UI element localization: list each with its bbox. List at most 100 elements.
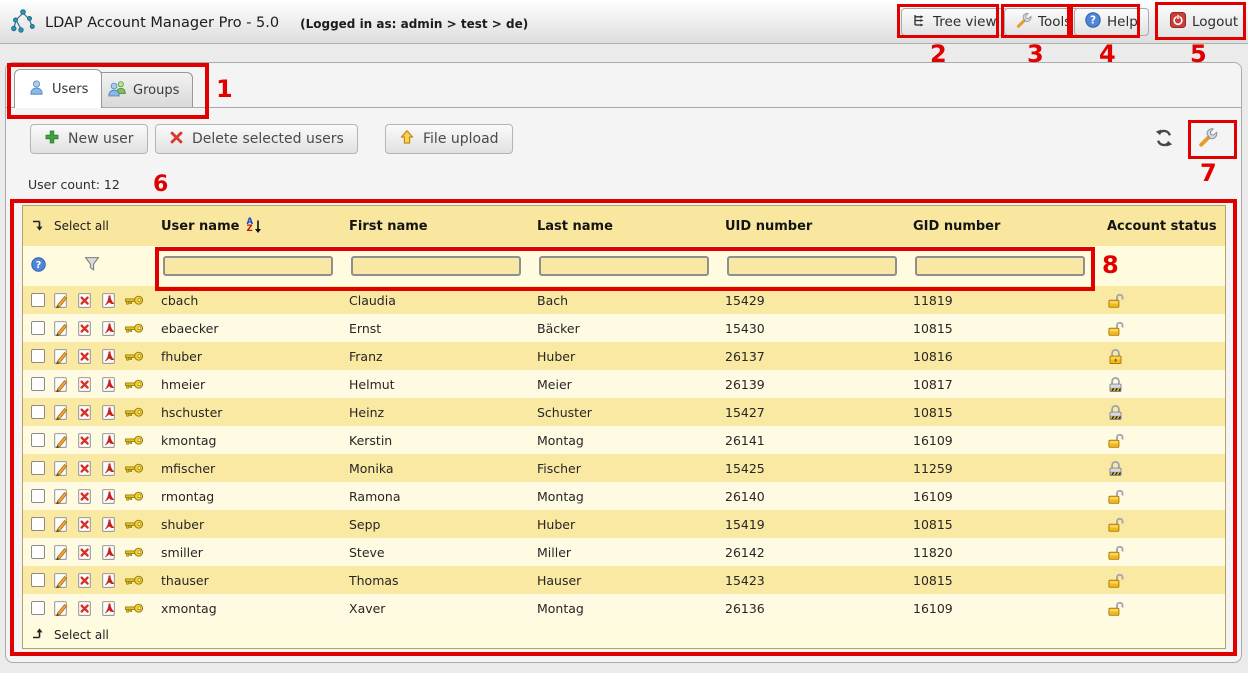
pdf-export-icon[interactable] xyxy=(100,376,117,393)
row-select-checkbox[interactable] xyxy=(31,321,45,335)
delete-user-icon[interactable] xyxy=(76,320,93,337)
delete-user-icon[interactable] xyxy=(76,348,93,365)
row-select-checkbox[interactable] xyxy=(31,573,45,587)
column-header-account-status[interactable]: Account status xyxy=(1099,219,1225,234)
change-password-key-icon[interactable] xyxy=(124,434,144,447)
delete-user-icon[interactable] xyxy=(76,460,93,477)
tab-groups[interactable]: Groups xyxy=(94,72,193,107)
edit-user-icon[interactable] xyxy=(52,600,69,617)
change-password-key-icon[interactable] xyxy=(124,602,144,615)
delete-user-icon[interactable] xyxy=(76,404,93,421)
change-password-key-icon[interactable] xyxy=(124,490,144,503)
select-all-bottom[interactable]: Select all xyxy=(23,622,1225,648)
change-password-key-icon[interactable] xyxy=(124,574,144,587)
row-select-checkbox[interactable] xyxy=(31,517,45,531)
row-select-checkbox[interactable] xyxy=(31,601,45,615)
row-select-checkbox[interactable] xyxy=(31,489,45,503)
refresh-icon[interactable] xyxy=(1155,129,1173,151)
edit-user-icon[interactable] xyxy=(52,404,69,421)
delete-user-icon[interactable] xyxy=(76,516,93,533)
delete-user-icon[interactable] xyxy=(76,292,93,309)
column-header-first-name[interactable]: First name xyxy=(347,219,535,234)
change-password-key-icon[interactable] xyxy=(124,406,144,419)
new-user-button[interactable]: New user xyxy=(30,124,148,154)
row-select-checkbox[interactable] xyxy=(31,405,45,419)
edit-user-icon[interactable] xyxy=(52,348,69,365)
tools-button[interactable]: Tools xyxy=(1004,8,1082,36)
row-select-checkbox[interactable] xyxy=(31,433,45,447)
filter-uid-number-input[interactable] xyxy=(727,256,897,276)
delete-user-icon[interactable] xyxy=(76,600,93,617)
logout-button[interactable]: Logout xyxy=(1160,8,1248,36)
column-header-last-name[interactable]: Last name xyxy=(535,219,723,234)
pdf-export-icon[interactable] xyxy=(100,432,117,449)
help-button[interactable]: ? Help xyxy=(1074,8,1149,36)
file-upload-button[interactable]: File upload xyxy=(385,124,513,154)
change-password-key-icon[interactable] xyxy=(124,462,144,475)
edit-user-icon[interactable] xyxy=(52,292,69,309)
row-select-checkbox[interactable] xyxy=(31,545,45,559)
change-password-key-icon[interactable] xyxy=(124,322,144,335)
cell-user-name[interactable]: shuber xyxy=(159,517,347,532)
filter-user-name-input[interactable] xyxy=(163,256,333,276)
edit-user-icon[interactable] xyxy=(52,460,69,477)
column-header-user-name[interactable]: User name AZ xyxy=(159,219,347,234)
edit-user-icon[interactable] xyxy=(52,572,69,589)
column-header-uid-number[interactable]: UID number xyxy=(723,219,911,234)
delete-selected-users-button[interactable]: Delete selected users xyxy=(155,124,358,154)
row-select-checkbox[interactable] xyxy=(31,349,45,363)
cell-user-name[interactable]: xmontag xyxy=(159,601,347,616)
change-password-key-icon[interactable] xyxy=(124,294,144,307)
edit-user-icon[interactable] xyxy=(52,488,69,505)
select-all-top[interactable]: Select all xyxy=(23,218,159,235)
cell-user-name[interactable]: mfischer xyxy=(159,461,347,476)
cell-user-name[interactable]: hschuster xyxy=(159,405,347,420)
pdf-export-icon[interactable] xyxy=(100,404,117,421)
filter-last-name-input[interactable] xyxy=(539,256,709,276)
pdf-export-icon[interactable] xyxy=(100,600,117,617)
list-settings-wrench-icon[interactable] xyxy=(1197,127,1218,152)
pdf-export-icon[interactable] xyxy=(100,544,117,561)
edit-user-icon[interactable] xyxy=(52,544,69,561)
sort-az-icon[interactable]: AZ xyxy=(246,219,253,233)
cell-user-name[interactable]: cbach xyxy=(159,293,347,308)
pdf-export-icon[interactable] xyxy=(100,292,117,309)
cell-user-name[interactable]: kmontag xyxy=(159,433,347,448)
change-password-key-icon[interactable] xyxy=(124,378,144,391)
pdf-export-icon[interactable] xyxy=(100,348,117,365)
edit-user-icon[interactable] xyxy=(52,432,69,449)
column-header-gid-number[interactable]: GID number xyxy=(911,219,1099,234)
row-select-checkbox[interactable] xyxy=(31,461,45,475)
cell-user-name[interactable]: fhuber xyxy=(159,349,347,364)
edit-user-icon[interactable] xyxy=(52,516,69,533)
edit-user-icon[interactable] xyxy=(52,320,69,337)
pdf-export-icon[interactable] xyxy=(100,488,117,505)
pdf-export-icon[interactable] xyxy=(100,460,117,477)
edit-user-icon[interactable] xyxy=(52,376,69,393)
delete-user-icon[interactable] xyxy=(76,488,93,505)
row-select-checkbox[interactable] xyxy=(31,293,45,307)
cell-user-name[interactable]: smiller xyxy=(159,545,347,560)
cell-gid-number: 10815 xyxy=(911,573,1099,588)
tree-view-button[interactable]: Tree view xyxy=(901,8,1008,36)
change-password-key-icon[interactable] xyxy=(124,350,144,363)
delete-user-icon[interactable] xyxy=(76,544,93,561)
cell-user-name[interactable]: thauser xyxy=(159,573,347,588)
cell-user-name[interactable]: hmeier xyxy=(159,377,347,392)
change-password-key-icon[interactable] xyxy=(124,518,144,531)
pdf-export-icon[interactable] xyxy=(100,516,117,533)
row-select-checkbox[interactable] xyxy=(31,377,45,391)
apply-filter-icon[interactable] xyxy=(84,256,100,276)
delete-user-icon[interactable] xyxy=(76,572,93,589)
delete-user-icon[interactable] xyxy=(76,432,93,449)
filter-first-name-input[interactable] xyxy=(351,256,521,276)
tab-users[interactable]: Users xyxy=(14,69,102,108)
cell-user-name[interactable]: ebaecker xyxy=(159,321,347,336)
pdf-export-icon[interactable] xyxy=(100,320,117,337)
change-password-key-icon[interactable] xyxy=(124,546,144,559)
delete-user-icon[interactable] xyxy=(76,376,93,393)
pdf-export-icon[interactable] xyxy=(100,572,117,589)
filter-help-icon[interactable]: ? xyxy=(31,257,46,276)
filter-gid-number-input[interactable] xyxy=(915,256,1085,276)
cell-user-name[interactable]: rmontag xyxy=(159,489,347,504)
